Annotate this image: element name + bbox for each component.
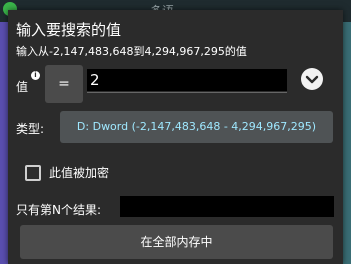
encrypted-checkbox[interactable] — [25, 165, 41, 181]
info-icon[interactable]: i — [31, 71, 40, 80]
search-value-dialog: 输入要搜索的值 输入从-2,147,483,648到4,294,967,295的… — [8, 10, 343, 264]
value-label: 值 — [16, 80, 29, 94]
history-dropdown-button[interactable] — [301, 68, 323, 90]
dialog-title: 输入要搜索的值 — [16, 21, 122, 39]
search-all-memory-button[interactable]: 在全部内存中 — [20, 225, 333, 259]
dialog-subtitle: 输入从-2,147,483,648到4,294,967,295的值 — [16, 45, 247, 58]
nth-result-input[interactable] — [120, 196, 334, 217]
type-select[interactable]: D: Dword (-2,147,483,648 - 4,294,967,295… — [60, 111, 333, 143]
value-input[interactable] — [87, 69, 287, 91]
nth-result-label: 只有第N个结果: — [16, 203, 102, 217]
background-right-bar — [343, 22, 351, 264]
encrypted-label[interactable]: 此值被加密 — [49, 164, 109, 181]
background-left-bar — [0, 22, 8, 264]
value-input-underline — [87, 92, 287, 93]
chevron-down-icon — [305, 75, 319, 84]
type-label: 类型: — [16, 122, 45, 136]
operator-button[interactable]: = — [45, 65, 83, 103]
